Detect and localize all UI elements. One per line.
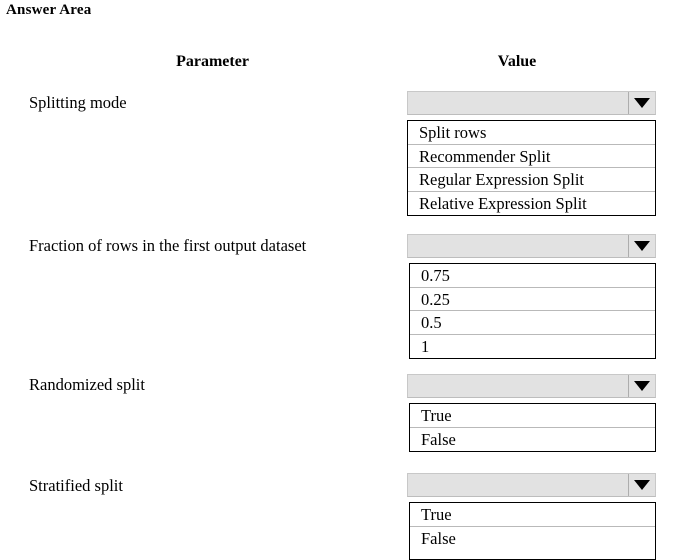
dropdown-options-stratified-split[interactable]: True False xyxy=(409,502,656,560)
list-item[interactable]: 0.25 xyxy=(410,287,655,311)
column-header-value: Value xyxy=(497,53,537,70)
column-header-parameter: Parameter xyxy=(176,53,249,70)
chevron-down-icon[interactable] xyxy=(628,235,655,257)
chevron-down-icon[interactable] xyxy=(628,92,655,114)
dropdown-options-splitting-mode[interactable]: Split rows Recommender Split Regular Exp… xyxy=(407,120,656,216)
parameter-label-fraction-of-rows: Fraction of rows in the first output dat… xyxy=(29,236,307,255)
parameter-label-splitting-mode: Splitting mode xyxy=(29,93,127,112)
page-title: Answer Area xyxy=(6,2,92,18)
parameter-label-randomized-split: Randomized split xyxy=(29,375,145,394)
chevron-down-icon[interactable] xyxy=(628,474,655,496)
chevron-down-icon[interactable] xyxy=(628,375,655,397)
list-item[interactable]: 0.5 xyxy=(410,311,655,335)
list-item[interactable]: 0.75 xyxy=(410,264,655,288)
dropdown-randomized-split[interactable] xyxy=(407,374,656,398)
list-item[interactable]: 1 xyxy=(410,334,655,358)
dropdown-stratified-split[interactable] xyxy=(407,473,656,497)
list-item[interactable]: Recommender Split xyxy=(408,144,655,168)
list-item[interactable]: Split rows xyxy=(408,121,655,145)
dropdown-value-stratified-split[interactable] xyxy=(408,474,629,496)
dropdown-options-randomized-split[interactable]: True False xyxy=(409,403,656,452)
dropdown-value-splitting-mode[interactable] xyxy=(408,92,629,114)
dropdown-options-fraction-of-rows[interactable]: 0.75 0.25 0.5 1 xyxy=(409,263,656,359)
list-item[interactable]: True xyxy=(410,404,655,428)
list-item[interactable]: Relative Expression Split xyxy=(408,191,655,215)
dropdown-value-randomized-split[interactable] xyxy=(408,375,629,397)
dropdown-splitting-mode[interactable] xyxy=(407,91,656,115)
dropdown-fraction-of-rows[interactable] xyxy=(407,234,656,258)
list-item[interactable]: False xyxy=(410,526,655,550)
list-item[interactable]: Regular Expression Split xyxy=(408,168,655,192)
list-item[interactable]: True xyxy=(410,503,655,527)
dropdown-value-fraction-of-rows[interactable] xyxy=(408,235,629,257)
list-item[interactable]: False xyxy=(410,427,655,451)
parameter-label-stratified-split: Stratified split xyxy=(29,476,123,495)
